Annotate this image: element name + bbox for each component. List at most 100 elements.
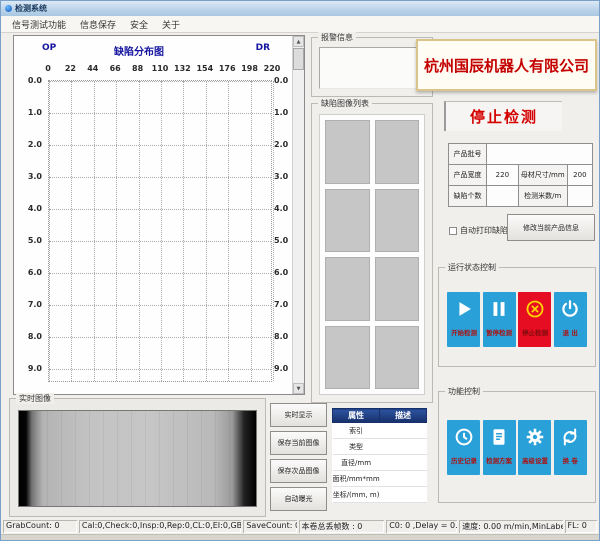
play-icon [453, 298, 475, 320]
y-tick-label-left: 5.0 [20, 236, 42, 245]
defect-image-cell[interactable] [325, 189, 370, 253]
detail-row-label: 索引 [333, 423, 380, 439]
scroll-down-icon[interactable]: ▼ [293, 383, 304, 394]
pause-icon [488, 298, 510, 320]
defect-image-cell[interactable] [325, 257, 370, 321]
statusbar: GrabCount: 0Cal:0,Check:0,Insp:0,Rep:0,C… [1, 519, 599, 534]
function-control-button-label: 历史记录 [451, 456, 477, 465]
run-control-title: 运行状态控制 [445, 262, 499, 273]
modify-product-button[interactable]: 修改当前产品信息 [507, 214, 595, 241]
function-control-button-4[interactable]: 换 卷 [554, 420, 587, 475]
detail-header-1: 属性 [333, 409, 380, 423]
detail-row: 类型 [333, 439, 427, 455]
y-tick-label-left: 3.0 [20, 172, 42, 181]
image-button-2[interactable]: 保存当前图像 [270, 431, 327, 455]
run-control-button-2[interactable]: 暂停检测 [483, 292, 516, 347]
defect-count-value[interactable] [487, 186, 519, 207]
function-control-button-3[interactable]: 高级设置 [518, 420, 551, 475]
run-control-button-4[interactable]: 退 出 [554, 292, 587, 347]
function-control-title: 功能控制 [445, 386, 483, 397]
product-width-label: 产品宽度 [449, 165, 487, 186]
grid-vline [161, 81, 162, 381]
status-segment-4: 本卷总丢帧数 : 0 [299, 520, 385, 533]
alarm-group: 报警信息 [311, 37, 433, 97]
defect-distribution-chart: OP 缺陷分布图 DR 0224466881101321541761982200… [13, 35, 305, 395]
y-tick-label-left: 6.0 [20, 268, 42, 277]
gear-icon [524, 426, 546, 448]
image-button-1[interactable]: 实时显示 [270, 403, 327, 427]
grid-hline [49, 81, 271, 82]
product-info-table: 产品批号 产品宽度 220 母材尺寸/mm 200 缺陷个数 检测米数/m [448, 143, 593, 207]
grid-hline [49, 113, 271, 114]
company-banner: 杭州国辰机器人有限公司 [416, 39, 597, 91]
status-segment-7: FL: 0 [565, 520, 598, 533]
grid-vline [49, 81, 50, 381]
product-batch-value[interactable] [487, 144, 593, 165]
run-control-button-3[interactable]: 停止检测 [518, 292, 551, 347]
defect-image-cell[interactable] [375, 120, 420, 184]
menubar: 信号测试功能信息保存安全关于 [1, 16, 599, 33]
menu-item-1[interactable]: 信号测试功能 [5, 17, 73, 32]
material-size-value[interactable]: 200 [567, 165, 592, 186]
detail-row-value [380, 487, 427, 503]
status-segment-6: 速度: 0.00 m/min,MinLabelSpeed: 1.00 [459, 520, 562, 533]
defect-image-cell[interactable] [375, 326, 420, 390]
material-size-label: 母材尺寸/mm [518, 165, 567, 186]
grid-vline [183, 81, 184, 381]
grid-vline [116, 81, 117, 381]
grid-hline [49, 305, 271, 306]
meters-label: 检测米数/m [518, 186, 567, 207]
document-icon [488, 426, 510, 448]
detail-row-value [380, 471, 427, 487]
y-tick-label-left: 2.0 [20, 140, 42, 149]
menu-item-2[interactable]: 信息保存 [73, 17, 123, 32]
grid-vline [71, 81, 72, 381]
y-tick-label-left: 1.0 [20, 108, 42, 117]
detail-row: 索引 [333, 423, 427, 439]
status-segment-2: Cal:0,Check:0,Insp:0,Rep:0,CL:0,EI:0,GB:… [79, 520, 241, 533]
grid-vline [228, 81, 229, 381]
product-width-value[interactable]: 220 [487, 165, 519, 186]
grid-vline [251, 81, 252, 381]
window-title: 检测系统 [15, 3, 47, 14]
detail-row: 面积/mm*mm [333, 471, 427, 487]
defect-image-cell[interactable] [375, 257, 420, 321]
run-control-button-label: 停止检测 [522, 328, 548, 337]
meters-value[interactable] [567, 186, 592, 207]
function-control-group: 功能控制 历史记录检测方案高级设置换 卷 [438, 391, 596, 503]
defect-image-grid [319, 114, 425, 395]
image-button-4[interactable]: 自动曝光 [270, 487, 327, 511]
image-button-3[interactable]: 保存次品图像 [270, 459, 327, 483]
auto-print-checkbox[interactable] [449, 227, 457, 235]
defect-image-cell[interactable] [325, 326, 370, 390]
x-tick-label: 198 [238, 64, 262, 73]
x-tick-label: 44 [81, 64, 105, 73]
live-image-title: 实时图像 [16, 393, 54, 404]
defect-image-cell[interactable] [325, 120, 370, 184]
run-control-button-1[interactable]: 开始检测 [447, 292, 480, 347]
menu-item-4[interactable]: 关于 [155, 17, 187, 32]
grid-hline [49, 273, 271, 274]
defect-count-label: 缺陷个数 [449, 186, 487, 207]
detail-row: 直径/mm [333, 455, 427, 471]
detail-header-2: 描述 [380, 409, 427, 423]
function-control-button-1[interactable]: 历史记录 [447, 420, 480, 475]
chart-scrollbar[interactable]: ▲ ▼ [292, 36, 304, 394]
scrollbar-thumb[interactable] [293, 48, 304, 70]
menu-item-3[interactable]: 安全 [123, 17, 155, 32]
defect-image-cell[interactable] [375, 189, 420, 253]
function-buttons-row: 历史记录检测方案高级设置换 卷 [447, 420, 587, 475]
detail-row-label: 面积/mm*mm [333, 471, 380, 487]
app-window: 检测系统 信号测试功能信息保存安全关于 OP 缺陷分布图 DR 02244668… [0, 0, 600, 541]
status-segment-5: C0: 0 ,Delay = 0.00 [386, 520, 457, 533]
detection-status-display: 停止检测 [444, 101, 562, 131]
detail-row-label: 坐标/(mm, m) [333, 487, 380, 503]
detail-row-value [380, 439, 427, 455]
x-tick-label: 88 [126, 64, 150, 73]
x-tick-label: 22 [58, 64, 82, 73]
grid-vline [206, 81, 207, 381]
run-control-button-label: 开始检测 [451, 328, 477, 337]
scroll-up-icon[interactable]: ▲ [293, 36, 304, 47]
chart-title: 缺陷分布图 [14, 43, 264, 58]
function-control-button-2[interactable]: 检测方案 [483, 420, 516, 475]
